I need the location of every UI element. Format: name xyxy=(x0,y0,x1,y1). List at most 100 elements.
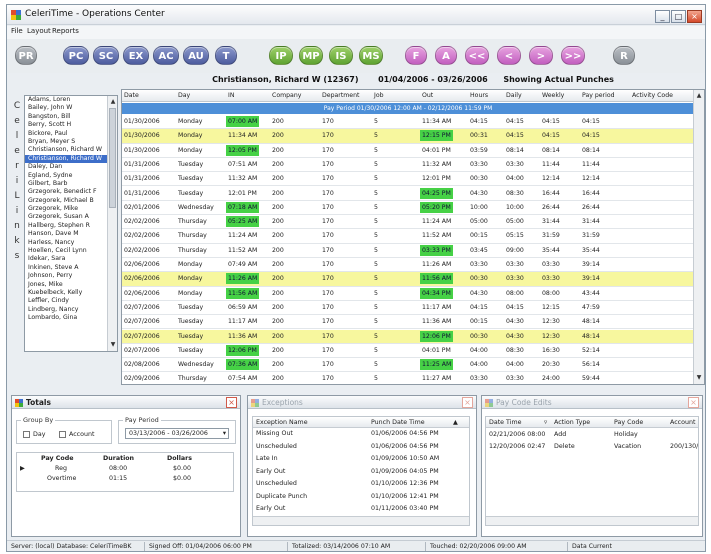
employee-list-item[interactable]: Hanson, Dave M xyxy=(25,230,117,238)
close-button[interactable]: × xyxy=(687,10,702,23)
sort-icon[interactable]: ▲ xyxy=(453,419,458,426)
exceptions-close-icon[interactable]: × xyxy=(462,397,473,408)
toolbar-button-0[interactable]: PR xyxy=(15,46,37,65)
toolbar-button-17[interactable]: R xyxy=(613,46,635,65)
grid-row[interactable]: 02/01/2006 Wednesday 07:18 AM 200 170 5 05:20 … xyxy=(122,201,694,216)
toolbar-button-10[interactable]: MS xyxy=(359,46,383,65)
exception-datetime[interactable]: 01/11/2006 03:40 PM xyxy=(371,505,439,512)
paycode-edits-close-icon[interactable]: × xyxy=(688,397,699,408)
grid-row[interactable]: 01/30/2006 Monday 07:00 AM 200 170 5 11:34 AM 0… xyxy=(122,115,694,130)
grid-row[interactable]: 02/07/2006 Tuesday 12:06 PM 200 170 5 04:01 PM… xyxy=(122,344,694,359)
grid-col-header[interactable]: Out xyxy=(422,92,433,99)
employee-list-item[interactable]: Lombardo, Gina xyxy=(25,314,117,322)
employee-list-item[interactable]: Egland, Sydne xyxy=(25,172,117,180)
paycode-edit-cell[interactable]: 12/20/2006 02:47 xyxy=(489,443,545,450)
grid-col-header[interactable]: Pay period xyxy=(582,92,615,99)
employee-list-item[interactable]: Kuebelbeck, Kelly xyxy=(25,289,117,297)
employee-list-item[interactable]: Adams, Loren xyxy=(25,96,117,104)
exception-datetime[interactable]: 01/09/2006 04:05 PM xyxy=(371,468,439,475)
exception-name[interactable]: Duplicate Punch xyxy=(256,493,307,500)
scroll-thumb[interactable] xyxy=(109,108,116,208)
exceptions-hscroll[interactable] xyxy=(253,516,469,525)
employee-list-item[interactable]: Lindberg, Nancy xyxy=(25,306,117,314)
grid-col-header[interactable]: Weekly xyxy=(542,92,564,99)
toolbar-button-1[interactable]: PC xyxy=(63,46,89,65)
celerilinks-tab[interactable]: CeleriLinks xyxy=(12,101,22,391)
grid-row[interactable]: 02/06/2006 Monday 11:26 AM 200 170 5 11:56 AM 0… xyxy=(122,272,694,287)
menu-file[interactable]: File xyxy=(11,27,23,35)
toolbar-button-15[interactable]: > xyxy=(529,46,553,65)
employee-list[interactable]: Adams, Loren Bailey, John W Bangston, Bill… xyxy=(24,95,118,352)
grid-col-header[interactable]: Daily xyxy=(506,92,522,99)
exception-name[interactable]: Early Out xyxy=(256,505,285,512)
employee-list-item[interactable]: Bailey, John W xyxy=(25,104,117,112)
grid-col-header[interactable]: Job xyxy=(374,92,384,99)
toolbar-button-3[interactable]: EX xyxy=(123,46,149,65)
toolbar-button-2[interactable]: SC xyxy=(93,46,119,65)
employee-list-item[interactable]: Johnson, Perry xyxy=(25,272,117,280)
employee-list-item[interactable]: Inkinen, Steve A xyxy=(25,264,117,272)
toolbar-button-14[interactable]: < xyxy=(497,46,521,65)
toolbar-button-5[interactable]: AU xyxy=(183,46,209,65)
employee-list-item[interactable]: Idekar, Sara xyxy=(25,255,117,263)
toolbar-button-7[interactable]: IP xyxy=(269,46,293,65)
employee-list-item[interactable]: Grzegorek, Susan A xyxy=(25,213,117,221)
grid-row[interactable]: 01/30/2006 Monday 12:05 PM 200 170 5 04:01 PM 0… xyxy=(122,144,694,158)
paycode-edit-cell[interactable]: Delete xyxy=(554,443,575,450)
exception-datetime[interactable]: 01/09/2006 10:50 AM xyxy=(371,455,439,462)
toolbar-button-16[interactable]: >> xyxy=(561,46,585,65)
sort-icon[interactable]: ▿ xyxy=(544,419,547,426)
toolbar-button-12[interactable]: A xyxy=(435,46,457,65)
menu-reports[interactable]: Reports xyxy=(52,27,79,35)
employee-list-item[interactable]: Jones, Mike xyxy=(25,281,117,289)
grid-row[interactable]: 01/30/2006 Monday 11:34 AM 200 170 5 12:15 PM 0… xyxy=(122,129,694,144)
employee-list-item[interactable]: Daley, Dan xyxy=(25,163,117,171)
paycode-edit-cell[interactable]: Holiday xyxy=(614,431,638,438)
exception-name[interactable]: Unscheduled xyxy=(256,480,297,487)
employee-list-item[interactable]: Grzegorek, Michael B xyxy=(25,197,117,205)
grid-col-header[interactable]: Company xyxy=(272,92,301,99)
totals-close-icon[interactable]: × xyxy=(226,397,237,408)
employee-list-item[interactable]: Hallberg, Stephen R xyxy=(25,222,117,230)
employee-list-item[interactable]: Christianson, Richard W xyxy=(25,154,117,164)
toolbar-button-11[interactable]: F xyxy=(405,46,427,65)
grid-scrollbar[interactable]: ▲ ▼ xyxy=(693,90,704,384)
employee-list-item[interactable]: Bickore, Paul xyxy=(25,130,117,138)
chevron-down-icon[interactable]: ▾ xyxy=(223,429,226,438)
account-checkbox[interactable] xyxy=(59,431,66,438)
toolbar-button-8[interactable]: MP xyxy=(299,46,323,65)
employee-list-item[interactable]: Grzegorek, Mike xyxy=(25,205,117,213)
grid-col-header[interactable]: Hours xyxy=(470,92,488,99)
grid-row[interactable]: 02/02/2006 Thursday 11:52 AM 200 170 5 03:33 P… xyxy=(122,244,694,258)
employee-list-item[interactable]: Bryan, Meyer S xyxy=(25,138,117,146)
grid-col-header[interactable]: Date xyxy=(124,92,139,99)
employee-list-item[interactable]: Leffler, Cindy xyxy=(25,297,117,305)
toolbar-button-4[interactable]: AC xyxy=(153,46,179,65)
paycode-edit-cell[interactable]: 200/130/5 xyxy=(670,443,698,450)
grid-row[interactable]: 02/02/2006 Thursday 05:25 AM 200 170 5 11:24 A… xyxy=(122,215,694,230)
grid-col-header[interactable]: IN xyxy=(228,92,234,99)
exception-name[interactable]: Missing Out xyxy=(256,430,293,437)
grid-row[interactable]: 02/06/2006 Monday 11:56 AM 200 170 5 04:34 PM 0… xyxy=(122,287,694,301)
employee-list-item[interactable]: Hoellen, Cecil Lynn xyxy=(25,247,117,255)
employee-list-item[interactable]: Christianson, Richard W xyxy=(25,146,117,154)
grid-scroll-down-icon[interactable]: ▼ xyxy=(695,374,703,382)
exception-datetime[interactable]: 01/10/2006 12:36 PM xyxy=(371,480,439,487)
paycode-edit-cell[interactable]: 02/21/2006 08:00 xyxy=(489,431,545,438)
grid-col-header[interactable]: Activity Code xyxy=(632,92,673,99)
paycode-edits-hscroll[interactable] xyxy=(486,516,698,525)
exception-name[interactable]: Unscheduled xyxy=(256,443,297,450)
exception-name[interactable]: Late In xyxy=(256,455,278,462)
pay-period-select[interactable]: 03/13/2006 - 03/26/2006 ▾ xyxy=(125,428,229,439)
maximize-button[interactable]: □ xyxy=(671,10,686,23)
exception-datetime[interactable]: 01/06/2006 04:56 PM xyxy=(371,430,439,437)
exception-datetime[interactable]: 01/10/2006 12:41 PM xyxy=(371,493,439,500)
employee-list-item[interactable]: Gilbert, Barb xyxy=(25,180,117,188)
employee-list-item[interactable]: Grzegorek, Benedict F xyxy=(25,188,117,196)
grid-row[interactable]: 02/07/2006 Tuesday 11:17 AM 200 170 5 11:36 AM… xyxy=(122,315,694,330)
day-checkbox[interactable] xyxy=(23,431,30,438)
paycode-edit-cell[interactable]: Vacation xyxy=(614,443,641,450)
grid-row[interactable]: 01/31/2006 Tuesday 11:32 AM 200 170 5 12:01 PM… xyxy=(122,172,694,187)
scroll-down-icon[interactable]: ▼ xyxy=(109,341,117,349)
employee-list-item[interactable]: Bangston, Bill xyxy=(25,113,117,121)
